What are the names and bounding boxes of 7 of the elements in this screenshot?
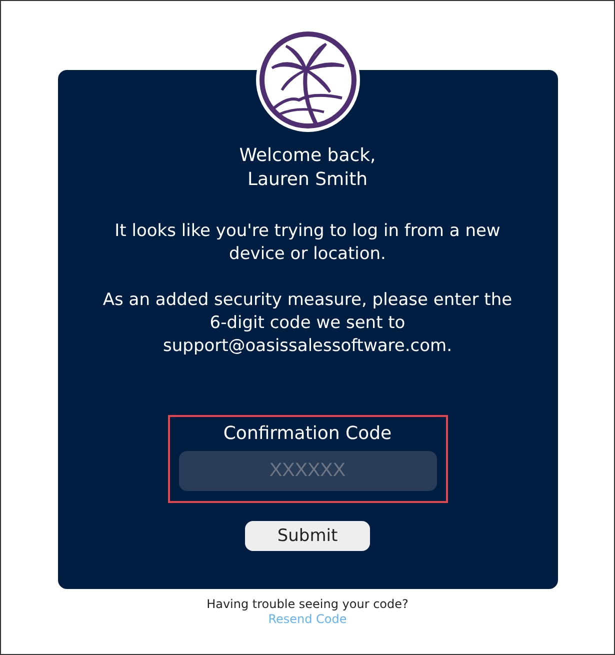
code-input-field[interactable]: XXXXXX bbox=[178, 451, 436, 491]
field-label: Confirmation Code bbox=[223, 422, 392, 446]
info-text: It looks like you're trying to log in from a new device or location. bbox=[114, 220, 502, 266]
welcome-message: Welcome back, Lauren Smith bbox=[239, 144, 376, 192]
submit-button[interactable]: Submit bbox=[245, 521, 370, 551]
info-text: As an added security measure, please enter the 6-digit code we sent to support@oasissalessoftware.com. bbox=[102, 289, 514, 358]
help-text: Having trouble seeing your code? bbox=[206, 597, 408, 612]
